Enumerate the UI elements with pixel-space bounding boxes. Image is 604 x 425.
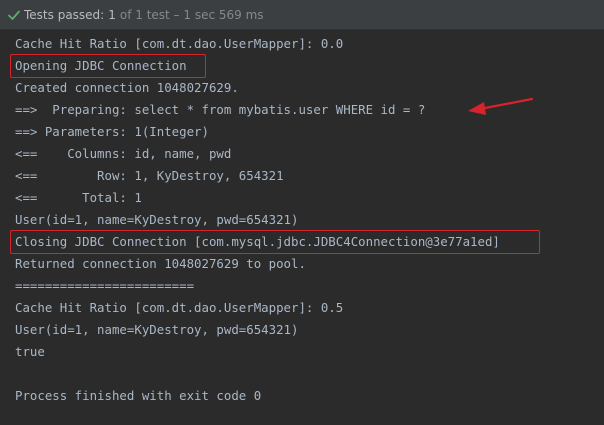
console-line: Process finished with exit code 0 <box>15 388 262 403</box>
console-line: <== Columns: id, name, pwd <box>15 146 232 161</box>
console-line: true <box>15 344 45 359</box>
test-status-bar: Tests passed: 1 of 1 test – 1 sec 569 ms <box>0 0 604 30</box>
console-line: User(id=1, name=KyDestroy, pwd=654321) <box>15 322 299 337</box>
red-arrow-icon <box>468 97 534 115</box>
console-output[interactable]: Cache Hit Ratio [com.dt.dao.UserMapper]:… <box>0 30 604 425</box>
highlight-box-opening <box>10 54 206 78</box>
test-passed-count: 1 <box>108 7 116 22</box>
check-icon <box>4 8 24 22</box>
console-line: ==> Preparing: select * from mybatis.use… <box>15 102 426 117</box>
highlight-box-closing <box>10 230 540 254</box>
console-line: Cache Hit Ratio [com.dt.dao.UserMapper]:… <box>15 300 344 315</box>
console-line: <== Row: 1, KyDestroy, 654321 <box>15 168 284 183</box>
run-console-window: Tests passed: 1 of 1 test – 1 sec 569 ms… <box>0 0 604 425</box>
test-summary: of 1 test – 1 sec 569 ms <box>119 7 264 22</box>
console-line: ======================== <box>15 278 195 293</box>
console-line: <== Total: 1 <box>15 190 142 205</box>
console-line: Returned connection 1048027629 to pool. <box>15 256 306 271</box>
test-status-label: Tests passed: <box>24 7 105 22</box>
console-line: Cache Hit Ratio [com.dt.dao.UserMapper]:… <box>15 36 344 51</box>
console-line: User(id=1, name=KyDestroy, pwd=654321) <box>15 212 299 227</box>
console-line: Created connection 1048027629. <box>15 80 239 95</box>
console-line: ==> Parameters: 1(Integer) <box>15 124 209 139</box>
